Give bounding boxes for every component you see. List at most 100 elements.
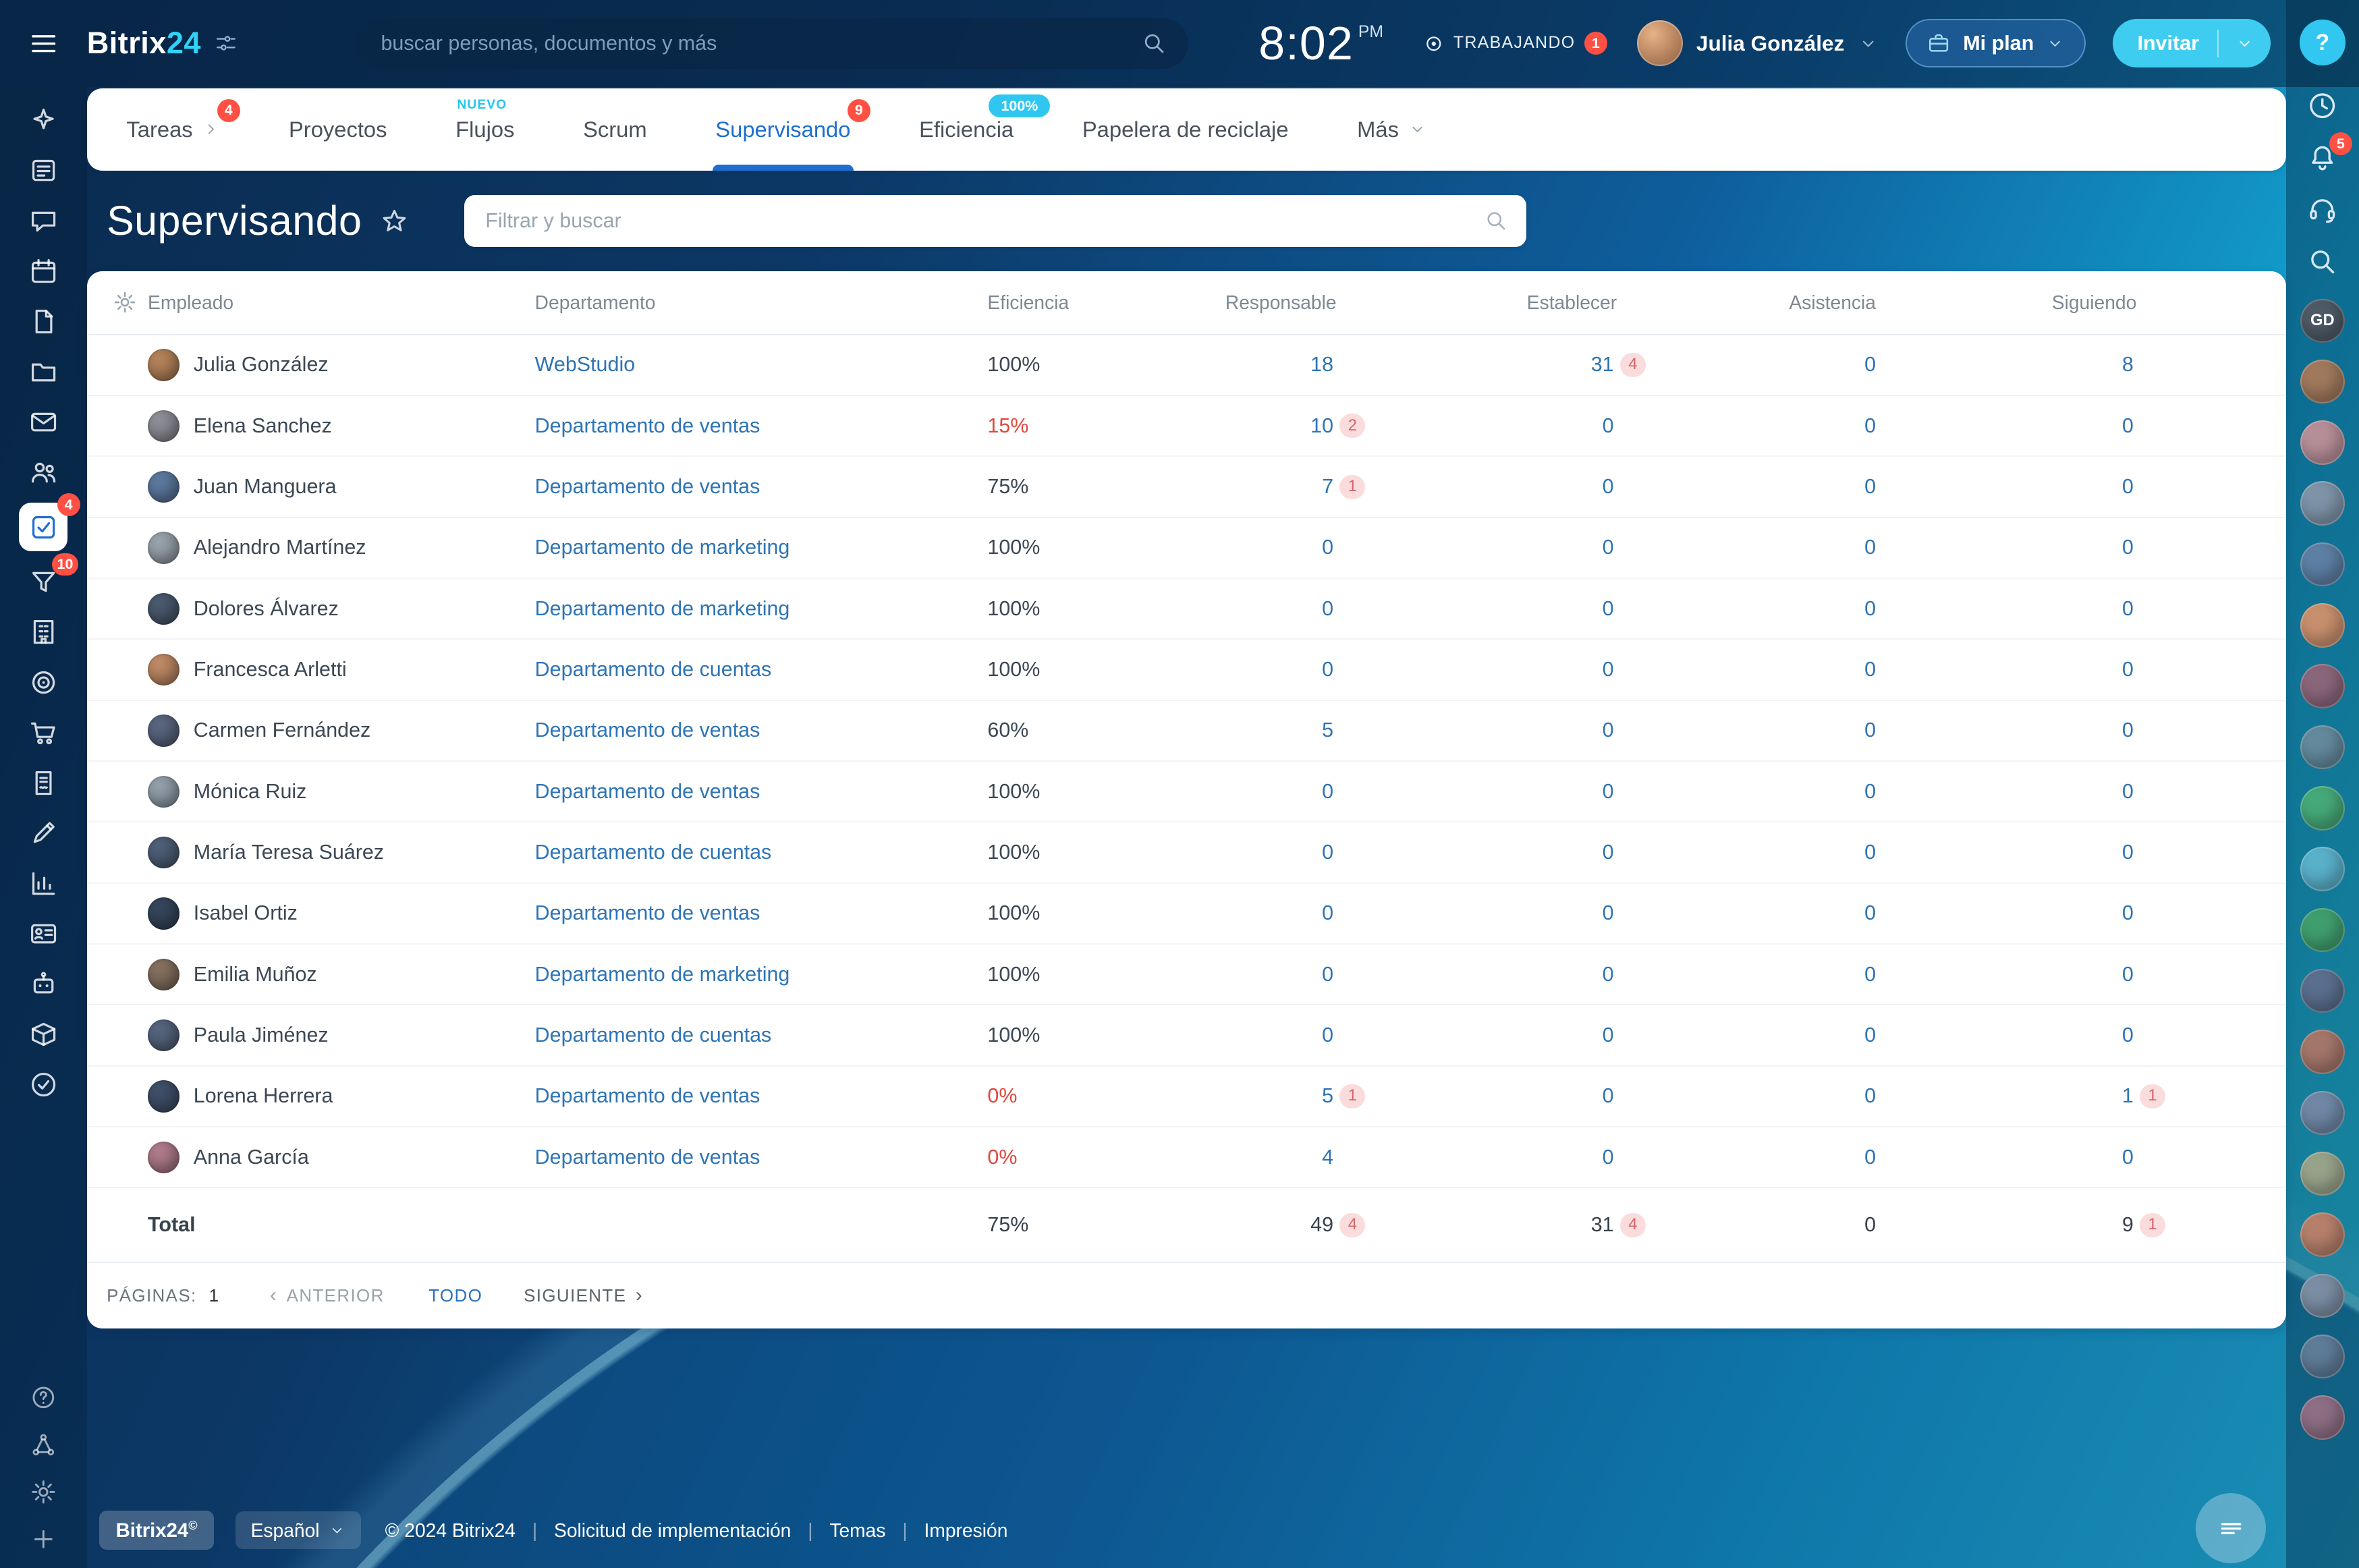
tab-tareas[interactable]: Tareas4 (126, 88, 220, 171)
employee-name[interactable]: Francesca Arletti (194, 658, 347, 681)
metric-value[interactable]: 0 (1603, 597, 1614, 621)
department-link[interactable]: Departamento de ventas (535, 901, 760, 924)
metric-value[interactable]: 0 (1603, 719, 1614, 742)
department-link[interactable]: Departamento de ventas (535, 719, 760, 741)
metric-value[interactable]: 0 (2122, 901, 2134, 925)
sidebar-item-company[interactable] (20, 613, 66, 652)
tab-eficiencia[interactable]: 100%Eficiencia (919, 88, 1014, 171)
metric-value[interactable]: 0 (1864, 414, 1876, 438)
metric-value[interactable]: 1 (2122, 1084, 2134, 1108)
metric-value[interactable]: 0 (2122, 963, 2134, 986)
sidebar-item-crm[interactable]: 10 (20, 562, 66, 602)
contact-avatar[interactable] (2300, 969, 2344, 1013)
metric-value[interactable]: 18 (1310, 353, 1333, 376)
employee-name[interactable]: Julia González (194, 353, 329, 376)
metric-value[interactable]: 0 (1864, 597, 1876, 621)
metric-value[interactable]: 0 (1603, 901, 1614, 925)
sidebar-item-tasks[interactable]: 4 (19, 503, 67, 551)
metric-value[interactable]: 4 (1322, 1146, 1333, 1169)
department-link[interactable]: Departamento de ventas (535, 1146, 760, 1169)
metric-value[interactable]: 0 (1603, 536, 1614, 559)
sidebar-item-contract[interactable] (20, 763, 66, 803)
footer-link[interactable]: Temas (829, 1519, 885, 1542)
filter-bar[interactable] (464, 195, 1526, 247)
sidebar-item-inventory[interactable] (20, 1015, 66, 1055)
department-link[interactable]: Departamento de ventas (535, 414, 760, 437)
my-plan-button[interactable]: Mi plan (1906, 19, 2086, 67)
metric-value[interactable]: 31 (1591, 353, 1614, 376)
metric-value[interactable]: 0 (1603, 780, 1614, 804)
language-selector[interactable]: Español (235, 1511, 361, 1549)
department-link[interactable]: Departamento de cuentas (535, 1024, 772, 1046)
tab-scrum[interactable]: Scrum (583, 88, 647, 171)
contact-avatar[interactable] (2300, 360, 2344, 403)
metric-value[interactable]: 0 (2122, 658, 2134, 681)
metric-value[interactable]: 0 (2122, 475, 2134, 499)
department-link[interactable]: Departamento de ventas (535, 1084, 760, 1107)
sidebar-item-calendar[interactable] (20, 252, 66, 291)
employee-row[interactable]: Dolores Álvarez Departamento de marketin… (87, 579, 2286, 640)
contact-avatar[interactable] (2300, 908, 2344, 952)
metric-value[interactable]: 0 (1603, 414, 1614, 438)
sidebar-item-marketing[interactable] (20, 663, 66, 702)
metric-value[interactable]: 0 (2122, 536, 2134, 559)
employee-row[interactable]: Alejandro Martínez Departamento de marke… (87, 518, 2286, 579)
contact-avatar[interactable] (2300, 664, 2344, 708)
tab-proyectos[interactable]: Proyectos (289, 88, 387, 171)
employee-name[interactable]: Emilia Muñoz (194, 963, 317, 986)
employee-row[interactable]: Paula Jiménez Departamento de cuentas 10… (87, 1005, 2286, 1066)
metric-value[interactable]: 0 (1864, 719, 1876, 742)
metric-value[interactable]: 0 (1322, 1024, 1333, 1047)
metric-value[interactable]: 0 (1864, 963, 1876, 986)
footer-link[interactable]: Impresión (924, 1519, 1007, 1542)
tab-m-s[interactable]: Más (1357, 88, 1426, 171)
metric-value[interactable]: 0 (1603, 1084, 1614, 1108)
interface-settings-icon[interactable] (215, 32, 238, 55)
main-menu-button[interactable] (0, 28, 87, 59)
employee-row[interactable]: Isabel Ortiz Departamento de ventas 100%… (87, 884, 2286, 945)
metric-value[interactable]: 0 (2122, 597, 2134, 621)
global-search-input[interactable] (381, 32, 1141, 55)
bitrix24-logo[interactable]: Bitrix24 (87, 26, 201, 61)
sidebar-item-messenger[interactable] (20, 201, 66, 241)
sidebar-item-copilot[interactable] (20, 101, 66, 140)
contact-avatar[interactable] (2300, 1274, 2344, 1318)
metric-value[interactable]: 0 (2122, 1146, 2134, 1169)
sidebar-item-settings[interactable] (24, 1475, 63, 1509)
sidebar-item-automation[interactable] (20, 964, 66, 1004)
employee-name[interactable]: Paula Jiménez (194, 1024, 329, 1047)
metric-value[interactable]: 7 (1322, 475, 1333, 499)
metric-value[interactable]: 0 (1603, 841, 1614, 864)
contact-avatar[interactable] (2300, 542, 2344, 586)
employee-row[interactable]: María Teresa Suárez Departamento de cuen… (87, 822, 2286, 883)
employee-name[interactable]: Alejandro Martínez (194, 536, 366, 559)
metric-value[interactable]: 0 (1864, 901, 1876, 925)
employee-name[interactable]: Lorena Herrera (194, 1084, 333, 1108)
rail-notifications-button[interactable]: 5 (2306, 142, 2338, 173)
employee-name[interactable]: Elena Sanchez (194, 414, 332, 438)
metric-value[interactable]: 10 (1310, 414, 1333, 438)
contact-avatar[interactable] (2300, 481, 2344, 525)
metric-value[interactable]: 0 (2122, 1024, 2134, 1047)
sidebar-item-sales[interactable] (20, 713, 66, 753)
invite-button[interactable]: Invitar (2113, 19, 2271, 67)
page-number[interactable]: 1 (209, 1285, 220, 1306)
rail-support-button[interactable] (2306, 194, 2338, 225)
employee-row[interactable]: Emilia Muñoz Departamento de marketing 1… (87, 945, 2286, 1005)
metric-value[interactable]: 0 (1322, 901, 1333, 925)
column-header-6[interactable]: Siguiendo (1885, 291, 2286, 314)
metric-value[interactable]: 0 (2122, 780, 2134, 804)
metric-value[interactable]: 0 (1603, 1024, 1614, 1047)
department-link[interactable]: Departamento de ventas (535, 780, 760, 803)
department-link[interactable]: WebStudio (535, 353, 636, 376)
contact-avatar[interactable] (2300, 1335, 2344, 1378)
favorite-star-icon[interactable] (380, 206, 409, 235)
sidebar-item-docs[interactable] (20, 302, 66, 341)
employee-name[interactable]: María Teresa Suárez (194, 841, 384, 864)
employee-row[interactable]: Elena Sanchez Departamento de ventas 15%… (87, 396, 2286, 457)
metric-value[interactable]: 5 (1322, 719, 1333, 742)
employee-name[interactable]: Juan Manguera (194, 475, 337, 499)
metric-value[interactable]: 0 (1322, 597, 1333, 621)
metric-value[interactable]: 0 (1322, 841, 1333, 864)
sidebar-item-drive[interactable] (20, 352, 66, 392)
